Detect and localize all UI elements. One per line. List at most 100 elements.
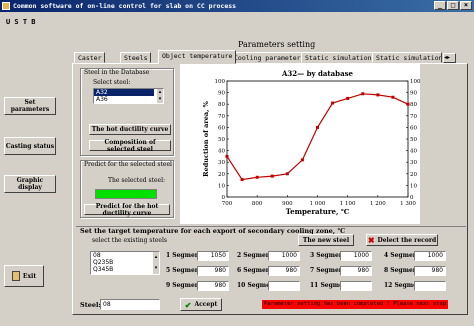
data-point (406, 102, 410, 106)
composition-button[interactable]: Composition of selected steel (89, 139, 171, 153)
chart-title: A32— by database (281, 69, 354, 78)
y-tick-label-left: 10 (218, 183, 225, 189)
ductility-chart: A32— by database 0 0 10 10 20 20 30 30 40 40 50 50 60… (180, 64, 434, 224)
segment-2-input[interactable]: 1000 (268, 251, 300, 261)
segment-7-input[interactable]: 980 (340, 266, 372, 276)
accept-label: Accept (194, 301, 218, 308)
close-button[interactable]: × (460, 1, 472, 10)
segment-11-input[interactable] (340, 281, 372, 291)
checkmark-icon: ✔ (184, 299, 192, 310)
page-title: Parameters setting (238, 40, 316, 49)
y-tick-label-left: 80 (218, 102, 225, 108)
delete-icon: ✖ (367, 235, 375, 245)
data-point (376, 93, 380, 97)
maximize-button[interactable]: □ (447, 1, 459, 10)
segment-10-input[interactable] (268, 281, 300, 291)
chart-svg: A32— by database0 010 1020 2030 3040 4050 5060… (180, 64, 434, 224)
brand-label: U S T B (6, 18, 36, 26)
list-item[interactable]: Q235B (91, 259, 159, 266)
chevron-right-icon[interactable]: ▸ (447, 54, 450, 62)
x-axis-label: Temperature, ℃ (286, 207, 350, 216)
tab-scroll[interactable]: ◂ ▸ (443, 53, 456, 63)
predict-title: Predict for the selected steel (84, 161, 172, 168)
list-item[interactable]: Q345B (91, 266, 159, 273)
status-message: Parameter setting has been completed ! P… (262, 300, 448, 309)
tab-cooling-parameters[interactable]: Cooling parameters (230, 52, 309, 63)
graphic-display-button[interactable]: Graphic display (4, 175, 56, 193)
y-tick-label-right: 90 (410, 91, 417, 97)
segment-9-input[interactable]: 980 (197, 281, 229, 291)
steel-listbox[interactable]: A32 A36 ▴ ▾ (93, 88, 164, 104)
tab-static-simulation[interactable]: Static simulation (301, 52, 376, 63)
window-titlebar: Common software of on-line control for s… (0, 0, 474, 12)
accept-button[interactable]: ✔ Accept (180, 298, 222, 311)
segment-8-input[interactable]: 980 (414, 266, 446, 276)
steel-database-title: Steel in the Database (84, 69, 150, 76)
new-steel-button[interactable]: The new steel (298, 234, 354, 246)
list-item[interactable]: A36 (94, 96, 163, 103)
data-point (346, 96, 350, 100)
y-tick-label-left: 90 (218, 91, 225, 97)
data-point (331, 101, 335, 105)
exit-button[interactable]: Exit (4, 265, 44, 287)
steel-label: Steel: (80, 301, 101, 309)
steel-name-input[interactable]: 08 (100, 299, 160, 310)
window-title: Common software of on-line control for s… (13, 2, 237, 10)
y-tick-label-right: 30 (410, 160, 417, 166)
chart-background (180, 64, 420, 224)
tab-object-temperature[interactable]: Object temperature (158, 50, 237, 64)
exit-label: Exit (22, 272, 37, 280)
y-tick-label-right: 50 (410, 137, 417, 143)
y-tick-label-right: 10 (410, 183, 417, 189)
predict-button[interactable]: Predict for the hot ductility curve (84, 203, 170, 217)
data-point (255, 175, 259, 179)
y-tick-label-right: 80 (410, 102, 417, 108)
listbox-scrollbar[interactable]: ▴ ▾ (153, 252, 159, 274)
tab-steels[interactable]: Steels (120, 52, 152, 63)
data-point (285, 172, 289, 176)
list-item[interactable]: A32 (94, 89, 154, 96)
data-point (300, 158, 304, 162)
y-tick-label-right: 100 (410, 79, 420, 85)
segment-5-input[interactable]: 980 (197, 266, 229, 276)
x-tick-label: 1 300 (400, 201, 416, 207)
y-tick-label-right: 70 (410, 114, 417, 120)
tab-caster[interactable]: Caster (74, 52, 106, 63)
listbox-scrollbar[interactable]: ▴ ▾ (157, 89, 163, 103)
segment-1-input[interactable]: 1050 (197, 251, 229, 261)
y-tick-label-left: 30 (218, 160, 225, 166)
data-point (316, 125, 319, 129)
x-tick-label: 700 (222, 201, 233, 207)
casting-status-button[interactable]: Casting status (4, 137, 56, 155)
segment-6-input[interactable]: 980 (268, 266, 300, 276)
select-existing-label: select the existing steels (92, 237, 167, 244)
segment-4-input[interactable]: 1000 (414, 251, 446, 261)
list-item[interactable]: 08 (91, 252, 159, 259)
data-point (240, 178, 244, 182)
y-axis-label-left: Reduction of area, % (202, 100, 210, 176)
data-point (225, 154, 229, 158)
y-tick-label-left: 100 (215, 79, 226, 85)
tab-static-simulation-2[interactable]: Static simulation 2 (372, 52, 442, 63)
y-tick-label-left: 70 (218, 114, 225, 120)
data-point (270, 174, 274, 178)
delete-record-button[interactable]: ✖ Delect the record (366, 234, 438, 246)
y-tick-label-right: 40 (410, 149, 417, 155)
existing-steels-listbox[interactable]: 08 Q235B Q345B ▴ ▾ (90, 251, 160, 275)
data-point (361, 92, 365, 96)
x-tick-label: 1 200 (370, 201, 386, 207)
hot-ductility-button[interactable]: The hot ductility curve (89, 124, 171, 135)
y-tick-label-left: 50 (218, 137, 225, 143)
y-tick-label-right: 60 (410, 125, 417, 131)
x-tick-label: 800 (252, 201, 263, 207)
y-tick-label-left: 60 (218, 125, 225, 131)
select-steel-label: Select steel: (93, 79, 131, 86)
y-tick-label-left: 40 (218, 149, 225, 155)
minimize-button[interactable]: _ (434, 1, 446, 10)
y-tick-label-left: 20 (218, 172, 225, 178)
set-parameters-button[interactable]: Set parameters (4, 97, 56, 115)
delete-record-label: Delect the record (377, 236, 437, 244)
segment-12-input[interactable] (414, 281, 446, 291)
exit-icon (11, 271, 20, 281)
segment-3-input[interactable]: 1000 (340, 251, 372, 261)
